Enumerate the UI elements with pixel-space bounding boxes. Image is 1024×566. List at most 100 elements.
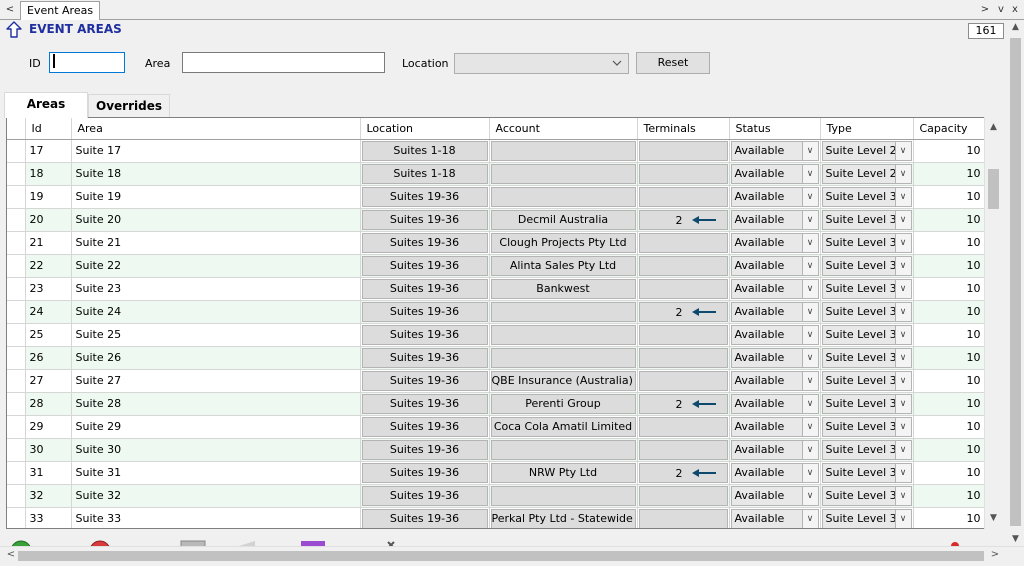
window-vertical-scrollbar[interactable]: ▲ ▼ <box>1007 20 1024 546</box>
chevron-down-icon[interactable]: ∨ <box>801 187 818 206</box>
account-cell-button[interactable]: Clough Projects Pty Ltd <box>490 232 636 253</box>
terminals-cell-button[interactable] <box>638 347 728 368</box>
capacity-cell[interactable]: 10 <box>913 346 986 370</box>
table-row[interactable]: 33 Suite 33 Suites 19-36 Perkal Pty Ltd - S… <box>7 507 986 528</box>
capacity-cell[interactable]: 10 <box>913 438 986 462</box>
type-select[interactable]: Suite Level 3 ∨ <box>821 393 912 414</box>
row-selector[interactable] <box>7 208 26 232</box>
type-select[interactable]: Suite Level 3 ∨ <box>821 370 912 391</box>
chevron-down-icon[interactable]: ∨ <box>894 233 911 252</box>
account-cell-button[interactable] <box>490 324 636 345</box>
status-select[interactable]: Available ∨ <box>730 232 819 253</box>
chevron-down-icon[interactable]: ∨ <box>801 210 818 229</box>
terminals-cell-button[interactable] <box>638 186 728 207</box>
chevron-down-icon[interactable]: ∨ <box>801 371 818 390</box>
account-cell-button[interactable]: Decmil Australia <box>490 209 636 230</box>
scroll-left-icon[interactable]: < <box>4 549 18 560</box>
status-select[interactable]: Available ∨ <box>730 278 819 299</box>
type-select[interactable]: Suite Level 3 ∨ <box>821 485 912 506</box>
status-select[interactable]: Available ∨ <box>730 393 819 414</box>
account-cell-button[interactable] <box>490 301 636 322</box>
row-selector[interactable] <box>7 415 26 439</box>
row-selector[interactable] <box>7 231 26 255</box>
scroll-right-icon[interactable]: > <box>988 549 1002 560</box>
chevron-down-icon[interactable]: ∨ <box>894 164 911 183</box>
terminals-cell-button[interactable] <box>638 140 728 161</box>
horizontal-scroll-thumb[interactable] <box>18 551 984 561</box>
terminals-cell-button[interactable] <box>638 255 728 276</box>
account-cell-button[interactable] <box>490 347 636 368</box>
chevron-down-icon[interactable]: ∨ <box>894 417 911 436</box>
status-select[interactable]: Available ∨ <box>730 163 819 184</box>
chevron-down-icon[interactable]: ∨ <box>801 164 818 183</box>
scroll-tabs-left-button[interactable]: < <box>2 2 18 18</box>
table-row[interactable]: 17 Suite 17 Suites 1-18 Available ∨ Suite Lev… <box>7 139 986 163</box>
capacity-cell[interactable]: 10 <box>913 300 986 324</box>
id-input[interactable] <box>49 52 125 73</box>
capacity-cell[interactable]: 10 <box>913 254 986 278</box>
account-cell-button[interactable] <box>490 186 636 207</box>
account-cell-button[interactable]: QBE Insurance (Australia) Ltd <box>490 370 636 391</box>
account-cell-button[interactable]: Coca Cola Amatil Limited <box>490 416 636 437</box>
status-select[interactable]: Available ∨ <box>730 462 819 483</box>
capacity-cell[interactable]: 10 <box>913 323 986 347</box>
window-scroll-up-icon[interactable]: ▲ <box>1007 22 1024 32</box>
location-cell-button[interactable]: Suites 19-36 <box>361 278 488 299</box>
status-select[interactable]: Available ∨ <box>730 370 819 391</box>
location-cell-button[interactable]: Suites 19-36 <box>361 462 488 483</box>
type-select[interactable]: Suite Level 3 ∨ <box>821 462 912 483</box>
document-tab-event-areas[interactable]: Event Areas <box>20 1 101 20</box>
status-select[interactable]: Available ∨ <box>730 485 819 506</box>
column-header-terminals[interactable]: Terminals <box>637 118 730 140</box>
reset-button[interactable]: Reset <box>636 52 710 74</box>
table-row[interactable]: 31 Suite 31 Suites 19-36 NRW Pty Ltd 2 Availa… <box>7 461 986 485</box>
scroll-thumb[interactable] <box>988 169 999 209</box>
chevron-down-icon[interactable]: ∨ <box>894 394 911 413</box>
column-header-type[interactable]: Type <box>820 118 914 140</box>
type-select[interactable]: Suite Level 3 ∨ <box>821 416 912 437</box>
chevron-down-icon[interactable]: ∨ <box>894 371 911 390</box>
terminals-cell-button[interactable]: 2 <box>638 393 728 414</box>
terminals-cell-button[interactable] <box>638 416 728 437</box>
capacity-cell[interactable]: 10 <box>913 507 986 528</box>
chevron-down-icon[interactable]: ∨ <box>801 141 818 160</box>
tab-areas[interactable]: Areas <box>4 92 88 118</box>
chevron-down-icon[interactable]: ∨ <box>894 509 911 528</box>
table-row[interactable]: 30 Suite 30 Suites 19-36 Available ∨ Suite Le… <box>7 438 986 462</box>
account-cell-button[interactable]: Perenti Group <box>490 393 636 414</box>
grid-vertical-scrollbar[interactable]: ▲ ▼ <box>984 117 1002 529</box>
chevron-down-icon[interactable]: ∨ <box>894 325 911 344</box>
terminals-cell-button[interactable] <box>638 163 728 184</box>
chevron-down-icon[interactable]: ∨ <box>894 440 911 459</box>
chevron-down-icon[interactable]: ∨ <box>894 210 911 229</box>
location-cell-button[interactable]: Suites 19-36 <box>361 416 488 437</box>
chevron-down-icon[interactable]: ∨ <box>894 348 911 367</box>
type-select[interactable]: Suite Level 2 ∨ <box>821 163 912 184</box>
account-cell-button[interactable] <box>490 163 636 184</box>
status-select[interactable]: Available ∨ <box>730 416 819 437</box>
scroll-down-icon[interactable]: ▼ <box>985 510 1002 527</box>
location-cell-button[interactable]: Suites 1-18 <box>361 163 488 184</box>
chevron-down-icon[interactable]: ∨ <box>894 141 911 160</box>
chevron-down-icon[interactable]: ∨ <box>801 302 818 321</box>
column-header-location[interactable]: Location <box>360 118 490 140</box>
tab-overrides[interactable]: Overrides <box>88 94 170 118</box>
terminals-cell-button[interactable] <box>638 324 728 345</box>
row-selector[interactable] <box>7 507 26 528</box>
row-selector[interactable] <box>7 323 26 347</box>
column-header-id[interactable]: Id <box>25 118 72 140</box>
location-select[interactable] <box>454 53 629 74</box>
column-header-account[interactable]: Account <box>489 118 638 140</box>
chevron-down-icon[interactable]: ∨ <box>894 463 911 482</box>
status-select[interactable]: Available ∨ <box>730 324 819 345</box>
capacity-cell[interactable]: 10 <box>913 139 986 163</box>
location-cell-button[interactable]: Suites 19-36 <box>361 439 488 460</box>
capacity-cell[interactable]: 10 <box>913 208 986 232</box>
chevron-down-icon[interactable]: ∨ <box>894 279 911 298</box>
table-row[interactable]: 23 Suite 23 Suites 19-36 Bankwest Available ∨… <box>7 277 986 301</box>
scroll-tabs-right-button[interactable]: > <box>978 2 992 18</box>
type-select[interactable]: Suite Level 2 ∨ <box>821 140 912 161</box>
chevron-down-icon[interactable]: ∨ <box>801 325 818 344</box>
status-select[interactable]: Available ∨ <box>730 347 819 368</box>
table-row[interactable]: 24 Suite 24 Suites 19-36 2 Available ∨ Suite L… <box>7 300 986 324</box>
